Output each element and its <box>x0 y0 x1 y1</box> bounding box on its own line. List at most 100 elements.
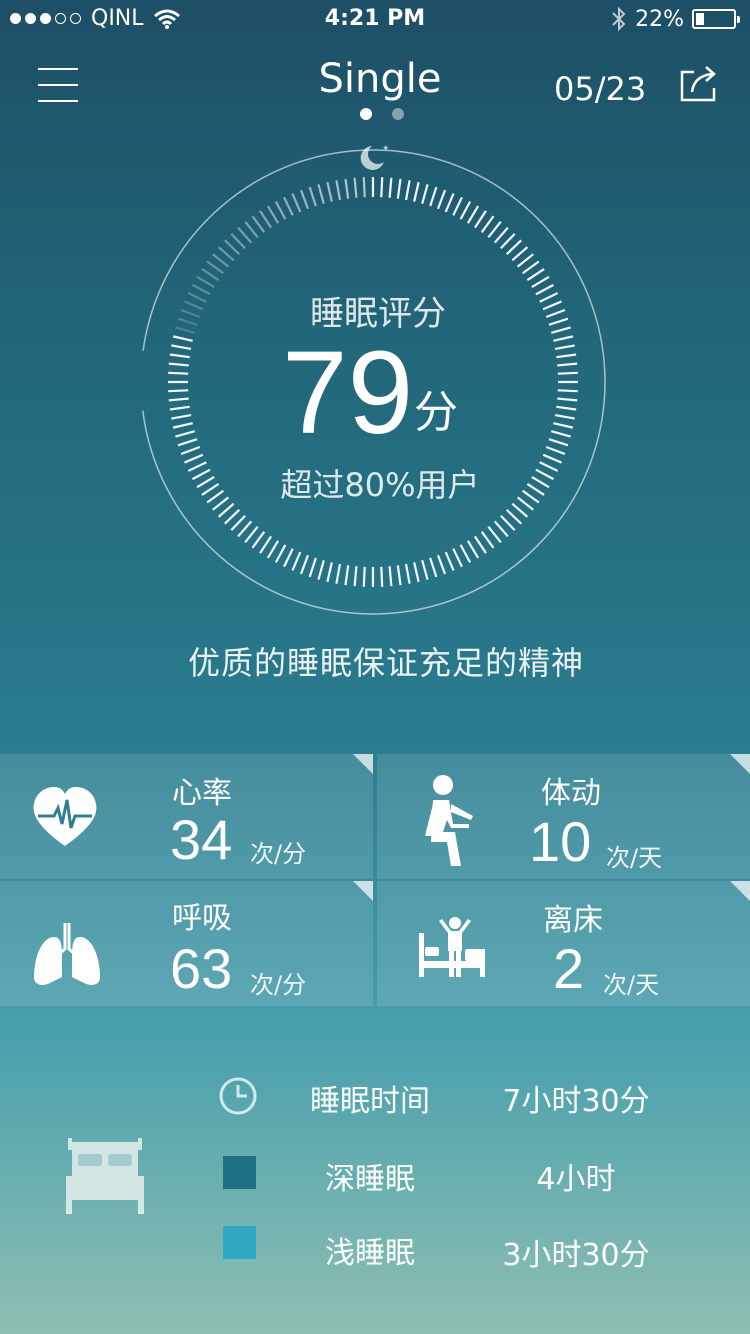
gauge-tick <box>212 253 230 268</box>
date-selector[interactable]: 05/23 <box>554 70 646 108</box>
metric-tile-out-of-bed[interactable]: 离床 2 次/天 <box>377 881 750 1006</box>
metric-name: 心率 <box>172 776 232 811</box>
gauge-tick <box>244 221 259 239</box>
gauge-tick <box>556 405 577 411</box>
gauge-tick <box>169 353 190 359</box>
page-dot[interactable] <box>392 108 404 120</box>
gauge-tick <box>554 344 575 351</box>
gauge-tick <box>388 566 393 587</box>
gauge-tick <box>388 177 393 198</box>
gauge-tick <box>459 544 472 564</box>
gauge-tick <box>413 181 420 202</box>
gauge-tick <box>175 430 195 438</box>
summary-row-light-sleep: 浅睡眠 3小时30分 <box>0 1226 750 1276</box>
metric-unit: 次/分 <box>250 971 307 999</box>
deep-sleep-swatch <box>223 1156 256 1189</box>
gauge-tick <box>171 413 192 420</box>
status-right: 22% <box>611 6 740 32</box>
gauge-tick <box>487 221 502 239</box>
gauge-tick <box>480 215 495 233</box>
gauge-tick <box>206 260 224 275</box>
metric-unit: 次/天 <box>603 971 660 999</box>
metric-tile-body-movement[interactable]: 体动 10 次/天 <box>377 754 750 879</box>
heart-rate-icon <box>33 787 97 846</box>
gauge-tick <box>396 178 402 199</box>
metric-value: 2 <box>553 937 585 1000</box>
gauge-tick <box>526 268 545 282</box>
metric-name: 离床 <box>543 903 603 938</box>
gauge-tick <box>505 509 522 525</box>
gauge-tick <box>516 253 534 268</box>
gauge-tick <box>480 531 495 549</box>
gauge-tick <box>396 565 402 586</box>
battery-level <box>696 13 704 25</box>
metric-name: 呼吸 <box>172 901 232 936</box>
gauge-tick <box>413 562 420 583</box>
score-unit: 分 <box>414 387 458 438</box>
gauge-tick <box>308 557 317 578</box>
gauge-tick <box>557 397 578 402</box>
gauge-tick <box>317 184 325 204</box>
deep-sleep-label: 深睡眠 <box>325 1162 415 1197</box>
status-bar: QINL 4:21 PM 22% <box>0 0 750 40</box>
gauge-tick <box>266 205 280 224</box>
gauge-tick <box>230 514 246 531</box>
share-icon[interactable] <box>678 64 720 104</box>
gauge-tick <box>274 200 287 220</box>
gauge-tick <box>557 389 578 393</box>
gauge-tick <box>436 189 447 210</box>
gauge-tick <box>251 215 266 233</box>
corner-indicator <box>730 754 750 774</box>
gauge-tick <box>177 438 198 447</box>
gauge-tick <box>444 551 455 571</box>
gauge-tick <box>251 531 266 549</box>
metric-unit: 次/天 <box>606 844 663 872</box>
gauge-tick <box>436 554 447 575</box>
gauge-tick <box>168 362 189 367</box>
page-dot-active[interactable] <box>360 108 372 120</box>
gauge-tick <box>259 210 273 229</box>
gauge-tick <box>344 565 350 586</box>
gauge-tick <box>291 551 302 571</box>
page-indicator[interactable] <box>360 108 404 120</box>
gauge-tick <box>459 200 472 220</box>
corner-indicator <box>353 881 373 901</box>
gauge-tick <box>551 430 571 438</box>
gauge-tick <box>404 180 411 201</box>
gauge-tick <box>380 566 384 587</box>
corner-indicator <box>730 881 750 901</box>
gauge-tick <box>283 548 294 568</box>
metric-tile-heart-rate[interactable]: 心率 34 次/分 <box>0 754 373 879</box>
gauge-tick <box>326 562 333 583</box>
gauge-tick <box>224 509 241 525</box>
gauge-tick <box>500 233 516 250</box>
gauge-tick <box>308 186 317 207</box>
gauge-tick <box>172 335 193 342</box>
light-sleep-value: 3小时30分 <box>502 1238 650 1273</box>
sleep-time-value: 7小时30分 <box>502 1084 650 1119</box>
summary-row-deep-sleep: 深睡眠 4小时 <box>0 1152 750 1202</box>
bluetooth-icon <box>612 6 626 32</box>
gauge-tick <box>335 180 342 201</box>
gauge-tick <box>344 178 350 199</box>
gauge-tick <box>473 210 487 229</box>
gauge-tick <box>169 405 190 411</box>
gauge-tick <box>362 177 366 198</box>
battery-percent: 22% <box>635 6 684 32</box>
gauge-tick <box>429 186 438 207</box>
sleep-slogan: 优质的睡眠保证充足的精神 <box>187 644 584 682</box>
light-sleep-label: 浅睡眠 <box>325 1236 415 1271</box>
gauge-tick <box>421 560 429 580</box>
gauge-tick <box>201 268 220 282</box>
gauge-tick <box>473 535 487 554</box>
gauge-tick <box>168 371 189 375</box>
metric-value: 63 <box>170 937 233 1000</box>
gauge-tick <box>259 535 273 554</box>
metric-tile-breathing[interactable]: 呼吸 63 次/分 <box>0 881 373 1006</box>
gauge-tick <box>380 177 384 198</box>
gauge-tick <box>511 246 529 262</box>
gauge-tick <box>545 445 566 456</box>
body-movement-icon <box>425 775 473 866</box>
gauge-tick <box>171 344 192 351</box>
gauge-tick <box>557 362 578 367</box>
